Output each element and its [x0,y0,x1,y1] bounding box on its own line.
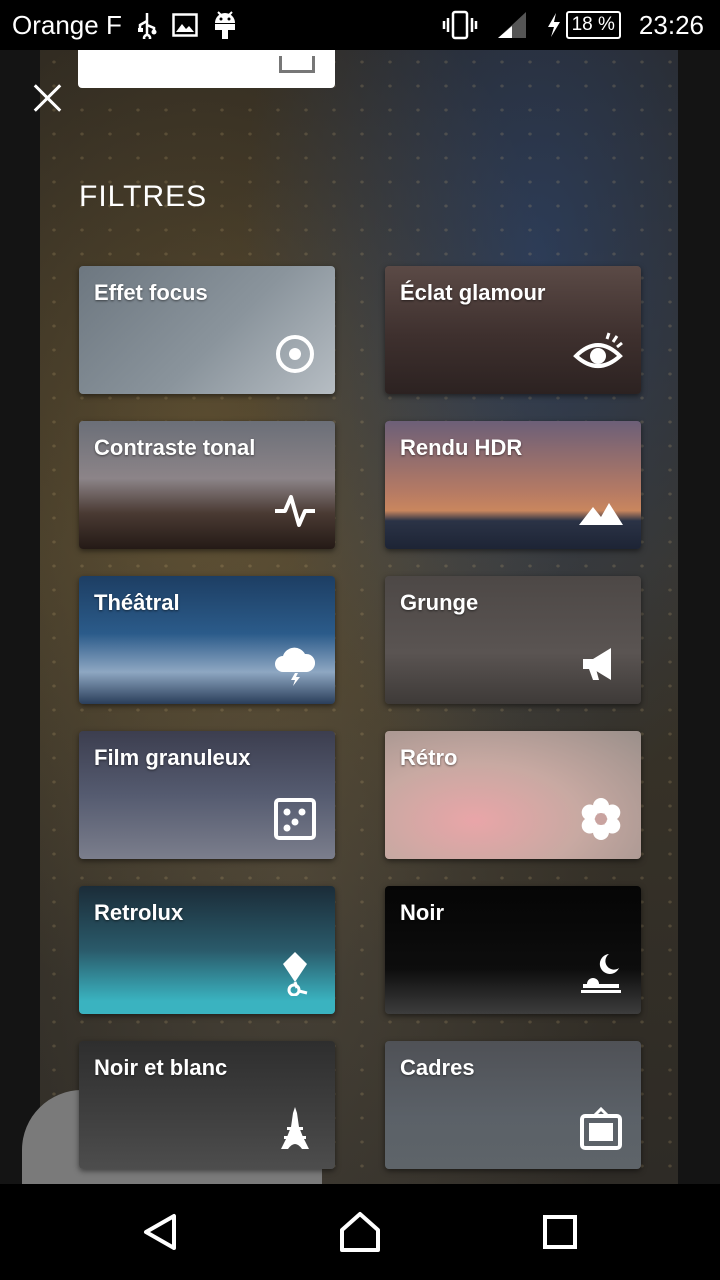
signal-icon [496,10,528,40]
filter-label: Noir et blanc [94,1055,228,1080]
dice-icon [274,798,316,840]
filter-label: Rendu HDR [400,435,523,460]
filter-label: Retrolux [94,900,184,925]
moon-icon [581,954,621,993]
vibrate-icon [442,10,478,40]
filter-theatral[interactable]: Théâtral [79,576,335,704]
home-button[interactable] [332,1204,388,1260]
filter-label: Théâtral [94,590,180,615]
clock: 23:26 [638,9,704,40]
tools-card-partial[interactable] [78,50,335,88]
storm-cloud-icon [275,647,316,686]
filter-label: Contraste tonal [94,435,256,460]
filter-eclat-glamour[interactable]: Éclat glamour [385,266,641,394]
filter-label: Film granuleux [94,745,251,770]
eiffel-tower-icon [281,1107,309,1149]
carrier-name: Orange F [12,9,122,40]
flower-icon [581,798,621,840]
megaphone-icon [583,648,611,680]
battery-indicator: 18 % [546,11,621,39]
crop-icon [279,56,315,73]
filter-noir[interactable]: Noir [385,886,641,1014]
filter-label: Cadres [400,1055,475,1080]
recents-icon [543,1215,577,1249]
filter-noir-et-blanc[interactable]: Noir et blanc [79,1041,335,1169]
eye-icon [573,332,623,368]
balloon-icon [283,952,308,996]
charging-icon [546,12,562,38]
filter-film-granuleux[interactable]: Film granuleux [79,731,335,859]
filter-cadres[interactable]: Cadres [385,1041,641,1169]
pulse-icon [275,495,315,527]
back-button[interactable] [132,1204,188,1260]
usb-icon [136,11,158,39]
filter-effet-focus[interactable]: Effet focus [79,266,335,394]
filter-label: Effet focus [94,280,208,305]
back-icon [144,1214,176,1250]
home-icon [340,1212,380,1252]
mountains-icon [579,503,623,525]
filter-rendu-hdr[interactable]: Rendu HDR [385,421,641,549]
section-title: FILTRES [79,180,208,213]
filter-grunge[interactable]: Grunge [385,576,641,704]
recents-button[interactable] [532,1204,588,1260]
focus-target-icon [276,335,314,373]
android-icon [212,10,238,40]
filter-label: Rétro [400,745,458,770]
filter-label: Noir [400,900,444,925]
filter-retro[interactable]: Rétro [385,731,641,859]
frame-icon [580,1107,622,1150]
filter-label: Grunge [400,590,479,615]
image-icon [172,13,198,37]
navigation-bar [0,1184,720,1280]
filter-contraste-tonal[interactable]: Contraste tonal [79,421,335,549]
filter-retrolux[interactable]: Retrolux [79,886,335,1014]
filter-label: Éclat glamour [400,280,546,305]
status-bar: Orange F 18 % 23:26 [0,0,720,50]
battery-icon: 18 % [565,11,621,39]
close-button[interactable] [28,78,68,118]
